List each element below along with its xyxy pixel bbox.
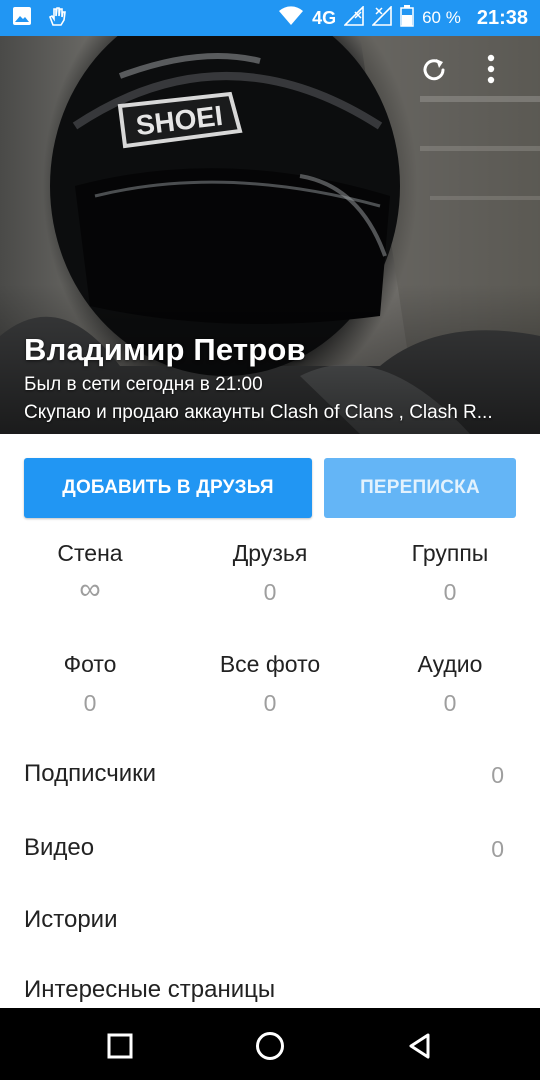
counter-label: Фото xyxy=(63,651,117,677)
counter-label: Стена xyxy=(57,540,123,566)
row-value: 0 xyxy=(491,762,504,788)
status-bar: 4G 60 % 21:38 xyxy=(0,0,540,36)
refresh-icon xyxy=(423,59,445,81)
back-icon xyxy=(409,1033,430,1059)
counter-value: 0 xyxy=(443,690,457,716)
counter-audio[interactable]: Аудио 0 xyxy=(360,651,540,717)
home-button[interactable] xyxy=(250,1026,290,1066)
row-value: 0 xyxy=(491,836,504,862)
more-options-button[interactable] xyxy=(486,54,526,94)
counter-friends[interactable]: Друзья 0 xyxy=(180,540,360,606)
row-label: Интересные страницы xyxy=(24,976,276,1003)
counter-groups[interactable]: Группы 0 xyxy=(360,540,540,606)
home-icon xyxy=(256,1032,284,1060)
gallery-icon xyxy=(12,6,32,31)
counter-label: Аудио xyxy=(417,651,483,677)
row-stories[interactable]: Истории xyxy=(0,906,540,966)
profile-cover[interactable]: SHOEI Владимир Петров Был в сети сегодня… xyxy=(0,36,540,434)
row-label: Видео xyxy=(24,834,95,861)
row-interesting-pages[interactable]: Интересные страницы xyxy=(0,976,540,1008)
network-type: 4G xyxy=(312,7,337,28)
counter-label: Все фото xyxy=(219,651,321,677)
counter-label: Друзья xyxy=(232,540,308,566)
counter-all-photos[interactable]: Все фото 0 xyxy=(180,651,360,717)
counter-value: 0 xyxy=(263,579,277,605)
profile-name: Владимир Петров xyxy=(24,332,306,367)
signal-2-icon xyxy=(371,4,392,31)
counter-value: ∞ xyxy=(79,573,101,606)
row-videos[interactable]: Видео 0 xyxy=(0,834,540,894)
clock: 21:38 xyxy=(476,6,528,29)
refresh-button[interactable] xyxy=(418,54,458,94)
battery-icon xyxy=(400,4,414,32)
battery-level: 60 % xyxy=(422,8,461,27)
add-friend-button[interactable]: ДОБАВИТЬ В ДРУЗЬЯ xyxy=(24,458,312,518)
last-seen-status: Был в сети сегодня в 21:00 xyxy=(24,374,263,395)
profile-status-text: Скупаю и продаю аккаунты Clash of Clans … xyxy=(24,402,493,423)
recents-icon xyxy=(107,1033,133,1059)
row-followers[interactable]: Подписчики 0 xyxy=(0,760,540,820)
system-nav-bar xyxy=(0,1008,540,1080)
messages-button[interactable]: ПЕРЕПИСКА xyxy=(324,458,516,518)
more-vert-icon xyxy=(487,54,495,84)
counter-photos[interactable]: Фото 0 xyxy=(0,651,180,717)
wifi-icon xyxy=(278,5,304,31)
counter-wall[interactable]: Стена ∞ xyxy=(0,540,180,607)
recents-button[interactable] xyxy=(100,1026,140,1066)
row-label: Истории xyxy=(24,906,118,933)
row-label: Подписчики xyxy=(24,760,157,787)
signal-icon xyxy=(343,4,364,31)
back-button[interactable] xyxy=(400,1026,440,1066)
counter-value: 0 xyxy=(83,690,97,716)
counter-value: 0 xyxy=(443,579,457,605)
hand-gesture-icon xyxy=(46,5,68,32)
counter-value: 0 xyxy=(263,690,277,716)
counter-label: Группы xyxy=(411,540,489,566)
